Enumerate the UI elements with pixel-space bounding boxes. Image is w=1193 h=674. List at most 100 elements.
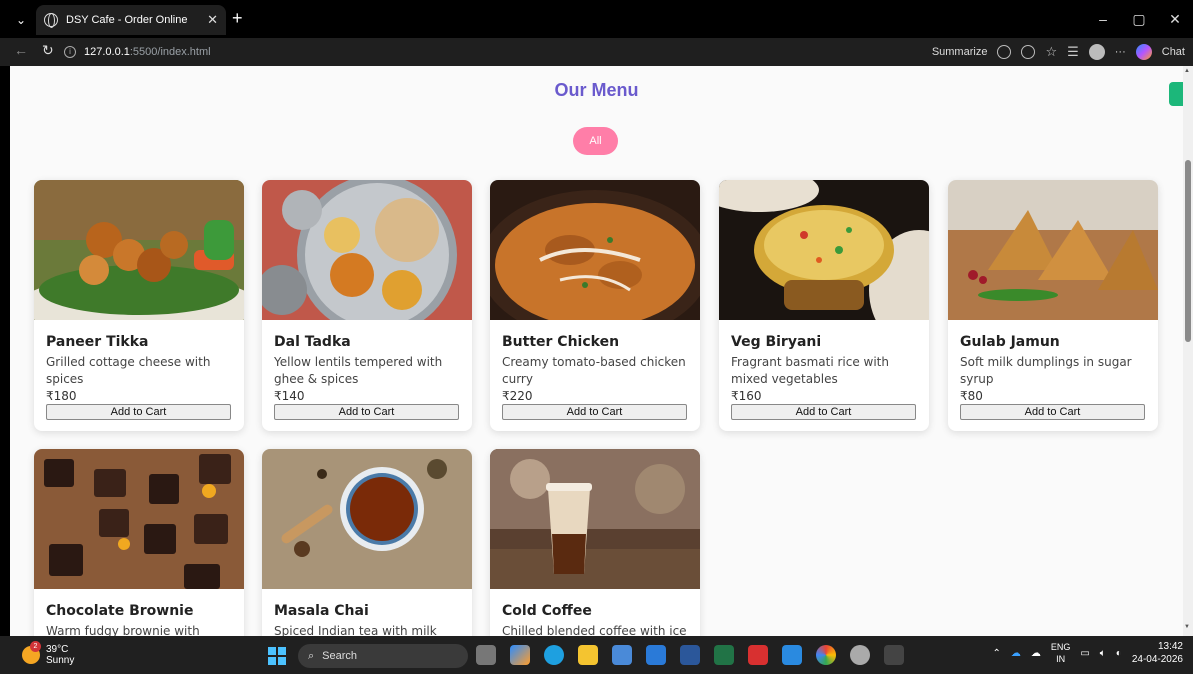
windows-taskbar: 2 39°C Sunny ⌕ Search ⌃ ☁ ☁ ENG IN ▭ 🔈︎	[0, 636, 1193, 674]
tab-list-chevron-icon[interactable]: ⌄	[10, 10, 32, 30]
site-info-icon[interactable]: i	[64, 46, 76, 58]
browser-toolbar: ← ↻ i 127.0.0.1 :5500/index.html Summari…	[0, 38, 1193, 66]
time: 13:42	[1157, 641, 1183, 652]
weather-widget[interactable]: 2 39°C Sunny	[22, 641, 75, 666]
item-name: Gulab Jamun	[960, 334, 1060, 350]
item-price: ₹140	[274, 389, 305, 403]
url-host: 127.0.0.1	[84, 46, 130, 58]
scroll-up-icon[interactable]: ▲	[1184, 68, 1190, 74]
item-description: Chilled blended coffee with ice	[502, 624, 687, 636]
cloud-icon[interactable]: ☁	[1031, 648, 1041, 659]
item-description: Soft milk dumplings in sugar syrup	[960, 355, 1132, 386]
windows-start-icon[interactable]	[268, 647, 286, 665]
summarize-button[interactable]: Summarize	[932, 46, 988, 58]
chrome-icon[interactable]	[816, 645, 836, 665]
network-icon[interactable]: ▭	[1080, 648, 1089, 659]
vscode-icon[interactable]	[782, 645, 802, 665]
item-name: Veg Biryani	[731, 334, 822, 350]
profile-avatar[interactable]	[1088, 44, 1105, 60]
page-scrollbar[interactable]: ▲ ▼	[1183, 66, 1193, 636]
food-image-gulab-jamun	[948, 180, 1158, 320]
taskbar-search[interactable]: ⌕ Search	[298, 644, 468, 668]
menu-card: Paneer Tikka Grilled cottage cheese with…	[34, 180, 244, 431]
weather-condition: Sunny	[46, 655, 75, 666]
excel-icon[interactable]	[714, 645, 734, 665]
notification-badge: 2	[30, 641, 41, 652]
add-to-cart-button[interactable]: Add to Cart	[274, 404, 459, 420]
settings-icon[interactable]	[850, 645, 870, 665]
chat-button[interactable]: Chat	[1162, 46, 1185, 58]
item-name: Dal Tadka	[274, 334, 351, 350]
item-price: ₹80	[960, 389, 983, 403]
store-icon[interactable]	[612, 645, 632, 665]
item-description: Creamy tomato-based chicken curry	[502, 355, 686, 386]
close-tab-icon[interactable]: ✕	[207, 12, 218, 28]
toolbar-right: Summarize ☆ ☰ ··· Chat	[932, 41, 1185, 63]
add-to-cart-button[interactable]: Add to Cart	[731, 404, 916, 420]
system-tray: ⌃ ☁ ☁ ENG IN ▭ 🔈︎ ◐ 13:42 24-04-2026	[992, 640, 1183, 666]
minimize-icon[interactable]: –	[1085, 0, 1121, 38]
taskbar-apps	[476, 645, 904, 665]
favorite-star-icon[interactable]: ☆	[1045, 44, 1057, 60]
item-price: ₹160	[731, 389, 762, 403]
wps-icon[interactable]	[748, 645, 768, 665]
item-name: Cold Coffee	[502, 603, 592, 619]
menu-card: Dal Tadka Yellow lentils tempered with g…	[262, 180, 472, 431]
food-image-dal-tadka	[262, 180, 472, 320]
url-path: :5500/index.html	[129, 46, 211, 58]
item-description: Spiced Indian tea with milk	[274, 624, 437, 636]
copilot-logo-icon[interactable]	[1135, 44, 1152, 60]
item-description: Grilled cottage cheese with spices	[46, 355, 211, 386]
item-description: Warm fudgy brownie with vanilla	[46, 624, 200, 636]
word-icon[interactable]	[680, 645, 700, 665]
scroll-thumb[interactable]	[1185, 160, 1191, 342]
battery-icon[interactable]: ◐	[1116, 648, 1122, 659]
outlook-icon[interactable]	[646, 645, 666, 665]
browser-tab[interactable]: DSY Cafe - Order Online ✕	[36, 5, 226, 35]
menu-card: Veg Biryani Fragrant basmati rice with m…	[719, 180, 929, 431]
volume-icon[interactable]: 🔈︎	[1100, 648, 1106, 659]
scroll-down-icon[interactable]: ▼	[1184, 624, 1190, 630]
clock[interactable]: 13:42 24-04-2026	[1132, 640, 1183, 666]
new-tab-icon[interactable]: +	[232, 8, 243, 29]
add-to-cart-button[interactable]: Add to Cart	[502, 404, 687, 420]
chevron-up-icon[interactable]: ⌃	[992, 648, 1000, 659]
food-image-chocolate-brownie	[34, 449, 244, 589]
item-name: Butter Chicken	[502, 334, 620, 350]
task-view-icon[interactable]	[476, 645, 496, 665]
menu-card: Gulab Jamun Soft milk dumplings in sugar…	[948, 180, 1158, 431]
close-window-icon[interactable]: ✕	[1157, 0, 1193, 38]
file-explorer-icon[interactable]	[578, 645, 598, 665]
copilot-summarize-icon[interactable]	[997, 45, 1012, 59]
language-indicator[interactable]: ENG IN	[1051, 641, 1071, 665]
search-icon: ⌕	[308, 649, 315, 662]
terminal-icon[interactable]	[884, 645, 904, 665]
add-to-cart-button[interactable]: Add to Cart	[960, 404, 1145, 420]
date: 24-04-2026	[1131, 654, 1183, 665]
page-viewport: Our Menu All Paneer Tikka Grilled cottag…	[10, 66, 1183, 636]
reload-icon[interactable]: ↻	[42, 42, 54, 59]
onedrive-icon[interactable]: ☁	[1011, 648, 1021, 659]
item-description: Fragrant basmati rice with mixed vegetab…	[731, 355, 889, 386]
more-options-icon[interactable]: ···	[1115, 46, 1126, 58]
item-price: ₹180	[46, 389, 77, 403]
favorites-list-icon[interactable]: ☰	[1067, 44, 1079, 60]
copilot-app-icon[interactable]	[510, 645, 530, 665]
add-to-cart-button[interactable]: Add to Cart	[46, 404, 231, 420]
filter-all-button[interactable]: All	[573, 127, 618, 155]
address-bar[interactable]: i 127.0.0.1 :5500/index.html	[64, 41, 914, 63]
globe-icon	[44, 13, 58, 28]
browser-tab-bar: ⌄ DSY Cafe - Order Online ✕ + – ▢ ✕	[0, 0, 1193, 38]
maximize-icon[interactable]: ▢	[1121, 0, 1157, 38]
reading-icon[interactable]	[1021, 45, 1036, 59]
edge-icon[interactable]	[544, 645, 564, 665]
food-image-veg-biryani	[719, 180, 929, 320]
item-description: Yellow lentils tempered with ghee & spic…	[274, 355, 443, 386]
page-title: Our Menu	[554, 80, 639, 100]
back-icon[interactable]: ←	[14, 42, 28, 58]
side-widget-tab[interactable]	[1169, 82, 1183, 106]
temperature: 39°C	[46, 644, 69, 655]
item-name: Masala Chai	[274, 603, 369, 619]
item-name: Chocolate Brownie	[46, 603, 194, 619]
menu-card: Masala Chai Spiced Indian tea with milk	[262, 449, 472, 636]
